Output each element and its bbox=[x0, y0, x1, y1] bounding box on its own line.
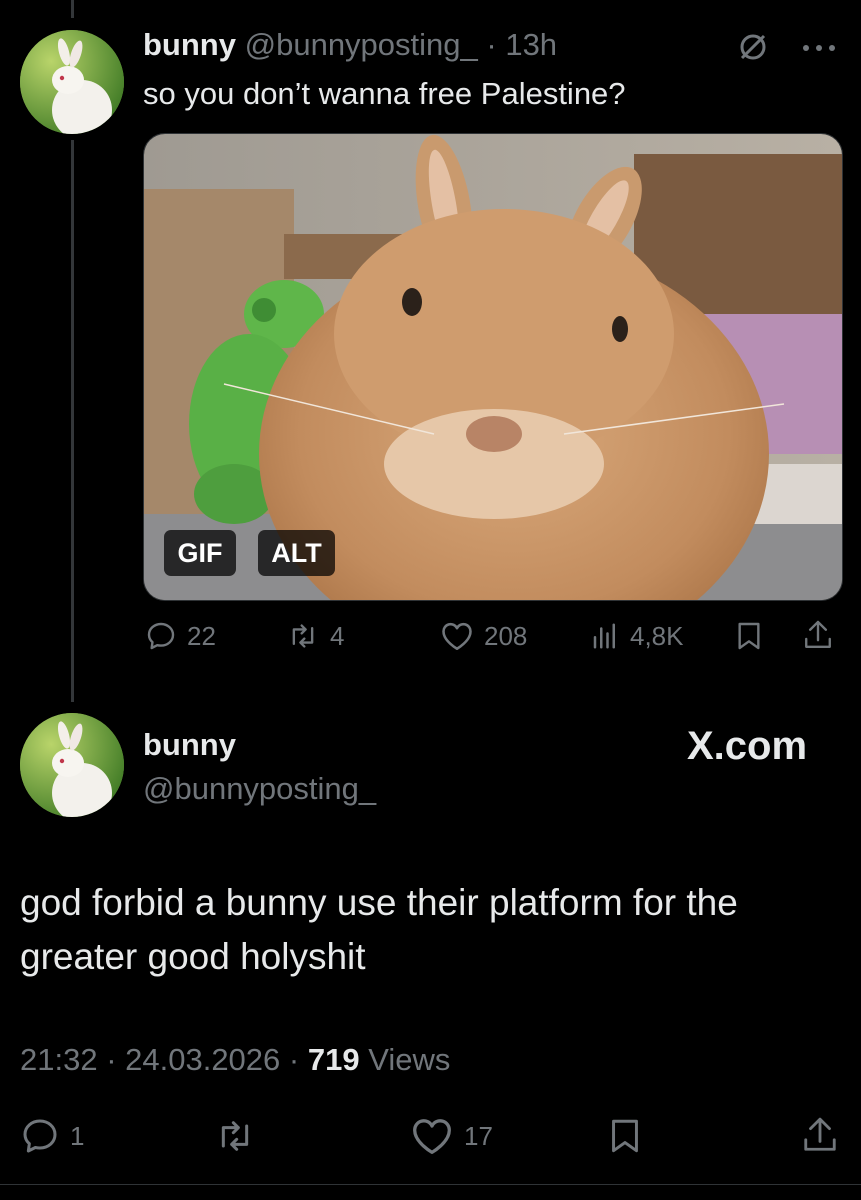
reply-header: bunny @bunnyposting_ · 13h bbox=[143, 27, 557, 63]
thread-line-top bbox=[71, 0, 74, 18]
bottom-divider bbox=[0, 1184, 861, 1185]
main-share-icon[interactable] bbox=[801, 1114, 839, 1161]
main-handle[interactable]: @bunnyposting_ bbox=[143, 771, 376, 807]
x-com-brand: X.com bbox=[687, 724, 808, 768]
reply-count: 22 bbox=[187, 620, 216, 651]
handle[interactable]: @bunnyposting_ bbox=[245, 27, 478, 62]
like-count: 208 bbox=[484, 620, 528, 651]
reply-text: so you don’t wanna free Palestine? bbox=[143, 76, 626, 111]
main-like-action[interactable]: 17 bbox=[410, 1116, 493, 1156]
like-action[interactable]: 208 bbox=[440, 620, 527, 652]
views-icon bbox=[593, 623, 615, 649]
main-avatar[interactable] bbox=[20, 713, 124, 817]
main-reply-count: 1 bbox=[70, 1120, 85, 1151]
gif-media[interactable] bbox=[143, 133, 843, 601]
reply-action[interactable]: 22 bbox=[145, 620, 216, 652]
reply-icon bbox=[147, 622, 175, 650]
main-text-line-2: greater good holyshit bbox=[20, 936, 366, 977]
repost-count: 4 bbox=[330, 620, 345, 651]
display-name[interactable]: bunny bbox=[143, 27, 236, 62]
main-reply-action[interactable]: 1 bbox=[20, 1116, 84, 1156]
more-icon[interactable] bbox=[802, 40, 836, 58]
timestamp-row: 21:32 · 24.03.2026 · 719 Views bbox=[20, 1042, 450, 1078]
gif-badge: GIF bbox=[164, 530, 236, 576]
no-entry-icon[interactable] bbox=[736, 30, 770, 69]
handle-text: @bunnyposting_ bbox=[143, 771, 377, 806]
repost-action[interactable]: 4 bbox=[286, 620, 344, 652]
repost-icon bbox=[292, 624, 314, 648]
bunny-avatar-image bbox=[20, 713, 124, 817]
bookmark-icon[interactable] bbox=[734, 620, 764, 657]
bunny-avatar-image bbox=[20, 30, 124, 134]
views-label: Views bbox=[368, 1042, 451, 1077]
share-icon[interactable] bbox=[802, 618, 834, 657]
bunny-gif-image bbox=[144, 134, 842, 600]
main-text-line-1: god forbid a bunny use their platform fo… bbox=[20, 882, 738, 923]
display-name-text: bunny bbox=[143, 727, 236, 762]
views-count: 4,8K bbox=[630, 620, 684, 651]
reply-icon bbox=[23, 1119, 57, 1153]
main-bookmark-icon[interactable] bbox=[607, 1116, 643, 1161]
timestamp[interactable]: 21:32 · 24.03.2026 · bbox=[20, 1042, 299, 1077]
main-repost-icon[interactable] bbox=[213, 1116, 257, 1161]
avatar[interactable] bbox=[20, 30, 124, 134]
alt-badge[interactable]: ALT bbox=[258, 530, 335, 576]
views-number: 719 bbox=[307, 1042, 360, 1077]
main-display-name[interactable]: bunny bbox=[143, 727, 236, 763]
like-icon bbox=[413, 1119, 451, 1154]
thread-line bbox=[71, 140, 74, 702]
post-time[interactable]: · 13h bbox=[486, 27, 557, 62]
views-action[interactable]: 4,8K bbox=[590, 620, 684, 652]
main-like-count: 17 bbox=[464, 1120, 493, 1151]
like-icon bbox=[442, 622, 472, 651]
